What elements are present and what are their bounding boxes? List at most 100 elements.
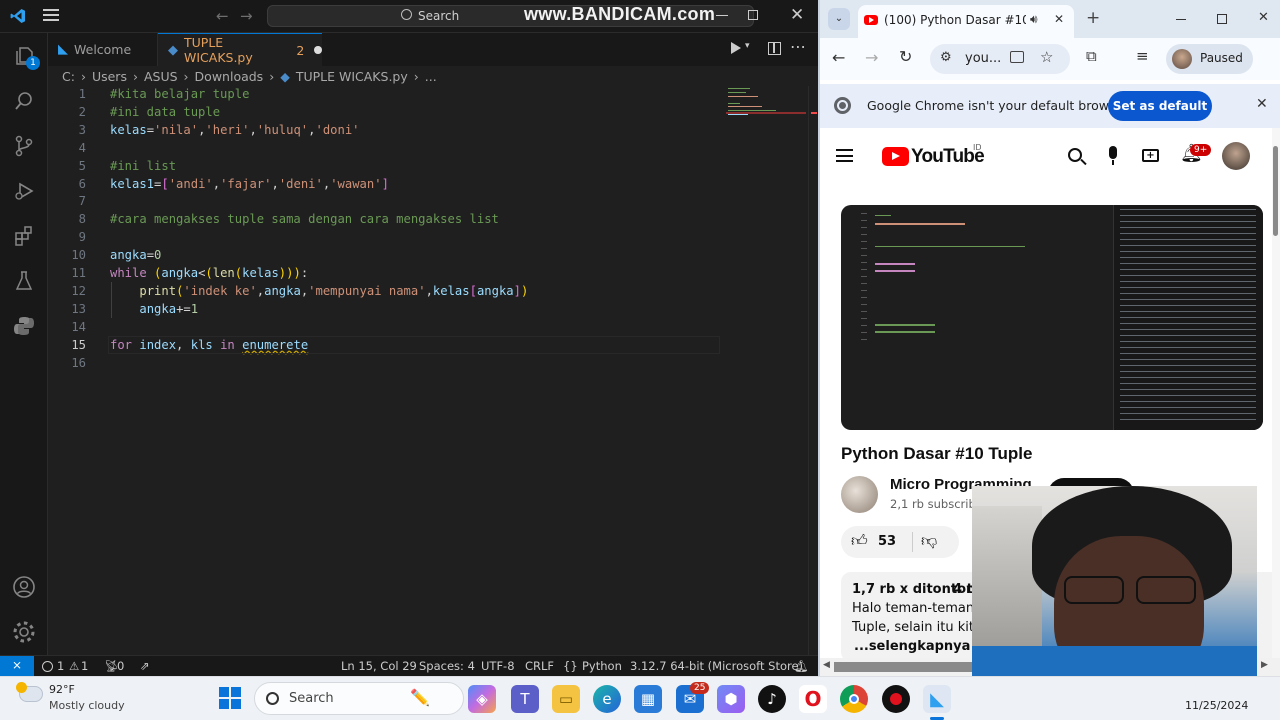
guide-menu-icon[interactable] xyxy=(836,149,853,162)
warning-icon[interactable]: ⚠ xyxy=(69,659,79,673)
browser-back-icon[interactable]: ← xyxy=(832,48,845,67)
weather-cloud-icon[interactable] xyxy=(16,682,43,702)
set-as-default-button[interactable]: Set as default xyxy=(1108,91,1212,121)
security-icon[interactable]: ⬢ xyxy=(717,685,745,713)
bookmark-star-icon[interactable]: ☆ xyxy=(1040,48,1053,66)
chrome-vertical-scrollbar[interactable] xyxy=(1272,128,1280,658)
weather-condition[interactable]: Mostly cloudy xyxy=(49,699,125,712)
tab-tuple-wicaks[interactable]: ◆ TUPLE WICAKS.py 2 xyxy=(158,33,322,66)
vscode-taskbar-icon[interactable]: ◣ xyxy=(923,685,951,713)
tiktok-icon[interactable]: ♪ xyxy=(758,685,786,713)
create-video-icon[interactable]: + xyxy=(1142,149,1159,162)
back-arrow-icon[interactable]: ← xyxy=(216,7,229,25)
maximize-icon[interactable] xyxy=(748,10,758,20)
vertical-scrollbar[interactable] xyxy=(808,86,818,655)
chrome-active-tab[interactable]: (100) Python Dasar #10 Tup 🔊︎ ✕ xyxy=(858,5,1074,38)
minimize-icon[interactable] xyxy=(716,15,728,16)
teams-icon[interactable]: T xyxy=(511,685,539,713)
code-line[interactable]: #ini data tuple xyxy=(110,105,220,119)
warning-count[interactable]: 1 xyxy=(81,659,88,673)
site-settings-icon[interactable]: ⚙︎ xyxy=(940,50,952,65)
language-mode[interactable]: Python xyxy=(582,659,622,673)
omnibox[interactable]: ⚙︎ you... ☆ xyxy=(930,44,1070,74)
infobar-close-icon[interactable]: ✕ xyxy=(1256,96,1268,112)
new-tab-icon[interactable]: + xyxy=(1086,8,1100,28)
search-view-icon[interactable] xyxy=(12,89,36,113)
profile-paused-button[interactable]: Paused xyxy=(1166,44,1253,74)
error-count[interactable]: 1 xyxy=(57,659,64,673)
install-app-icon[interactable] xyxy=(1010,51,1024,63)
youtube-logo-icon[interactable] xyxy=(882,147,909,166)
minimap[interactable] xyxy=(726,86,806,122)
copilot-icon[interactable]: ◈ xyxy=(468,685,496,713)
video-player[interactable] xyxy=(841,205,1263,430)
chrome-taskbar-icon[interactable] xyxy=(840,685,868,713)
show-more-link[interactable]: ...selengkapnya xyxy=(854,639,970,654)
breadcrumb-item[interactable]: Users xyxy=(92,69,127,84)
breadcrumb-item[interactable]: C: xyxy=(62,69,75,84)
split-editor-icon[interactable] xyxy=(768,42,781,55)
ports-count[interactable]: 0 xyxy=(117,659,124,673)
browser-forward-icon[interactable]: → xyxy=(865,48,878,67)
code-line[interactable]: angka+=1 xyxy=(110,302,198,316)
extensions-icon[interactable] xyxy=(12,224,36,248)
settings-gear-icon[interactable] xyxy=(12,620,36,644)
python-interpreter[interactable]: 3.12.7 64-bit (Microsoft Store) xyxy=(630,659,803,673)
line-ending[interactable]: CRLF xyxy=(525,659,554,673)
weather-temperature[interactable]: 92°F xyxy=(49,683,75,696)
edge-icon[interactable]: e xyxy=(593,685,621,713)
tab-welcome[interactable]: ◣ Welcome xyxy=(48,33,158,66)
code-line[interactable]: while (angka<(len(kelas))): xyxy=(110,266,308,280)
account-avatar[interactable] xyxy=(1222,142,1250,170)
like-icon[interactable]: 👍︎ xyxy=(851,531,868,551)
unsaved-dot-icon[interactable] xyxy=(314,46,322,54)
bandicam-icon[interactable] xyxy=(882,685,910,713)
audio-playing-icon[interactable]: 🔊︎ xyxy=(1030,12,1038,27)
tab-search-button[interactable]: ⌄ xyxy=(828,8,850,30)
start-button[interactable] xyxy=(219,687,241,709)
testing-flask-icon[interactable] xyxy=(12,269,36,293)
breadcrumb-item[interactable]: ASUS xyxy=(144,69,178,84)
file-explorer-icon[interactable]: ▭ xyxy=(552,685,580,713)
debug-launch-icon[interactable]: ⇗ xyxy=(140,659,150,673)
address-text[interactable]: you... xyxy=(965,51,1001,66)
code-line[interactable]: #kita belajar tuple xyxy=(110,87,249,101)
forward-arrow-icon[interactable]: → xyxy=(240,7,253,25)
code-line[interactable]: #cara mengakses tuple sama dengan cara m… xyxy=(110,212,499,226)
breadcrumb-item[interactable]: ... xyxy=(425,69,437,84)
taskbar-search-box[interactable]: Search ✏️ xyxy=(254,682,464,715)
more-actions-icon[interactable]: ⋯ xyxy=(790,37,806,56)
reading-list-icon[interactable]: ≡ xyxy=(1136,47,1149,65)
cursor-position[interactable]: Ln 15, Col 29 xyxy=(341,659,417,673)
remote-indicator[interactable]: ⨯ xyxy=(0,656,34,676)
store-icon[interactable]: ▦ xyxy=(634,685,662,713)
notifications-bell-icon[interactable]: 🔔︎ xyxy=(794,659,809,673)
code-line[interactable]: angka=0 xyxy=(110,248,161,262)
run-debug-icon[interactable] xyxy=(12,179,36,203)
extensions-puzzle-icon[interactable]: ⧉ xyxy=(1086,47,1097,65)
like-count[interactable]: 53 xyxy=(878,534,896,549)
run-dropdown-icon[interactable]: ▾ xyxy=(745,41,750,51)
chrome-close-icon[interactable]: ✕ xyxy=(1258,10,1269,25)
opera-icon[interactable]: O xyxy=(799,685,827,713)
encoding[interactable]: UTF-8 xyxy=(481,659,515,673)
chrome-maximize-icon[interactable] xyxy=(1217,14,1227,24)
reload-icon[interactable]: ↻ xyxy=(899,47,912,66)
accounts-icon[interactable] xyxy=(12,575,36,599)
breadcrumb-item[interactable]: Downloads xyxy=(195,69,264,84)
channel-avatar[interactable] xyxy=(841,476,878,513)
explorer-icon[interactable]: 1 xyxy=(12,44,40,70)
code-line[interactable]: #ini list xyxy=(110,159,176,173)
code-line[interactable]: print('indek ke',angka,'mempunyai nama',… xyxy=(110,284,528,298)
dislike-icon[interactable]: 👎︎ xyxy=(921,531,937,551)
source-control-icon[interactable] xyxy=(12,134,36,158)
code-line[interactable]: kelas='nila','heri','huluq','doni' xyxy=(110,123,360,137)
chrome-minimize-icon[interactable] xyxy=(1176,19,1186,20)
python-icon[interactable] xyxy=(12,314,36,338)
error-icon[interactable] xyxy=(42,661,53,672)
voice-search-icon[interactable] xyxy=(1109,146,1117,165)
tab-close-icon[interactable]: ✕ xyxy=(1054,12,1064,26)
menu-icon[interactable] xyxy=(43,9,59,21)
code-line[interactable]: kelas1=['andi','fajar','deni','wawan'] xyxy=(110,177,389,191)
code-editor[interactable]: 1 2 3 4 5 6 7 8 9 10 11 12 13 14 15 16 #kita belajar tu… xyxy=(48,86,818,655)
